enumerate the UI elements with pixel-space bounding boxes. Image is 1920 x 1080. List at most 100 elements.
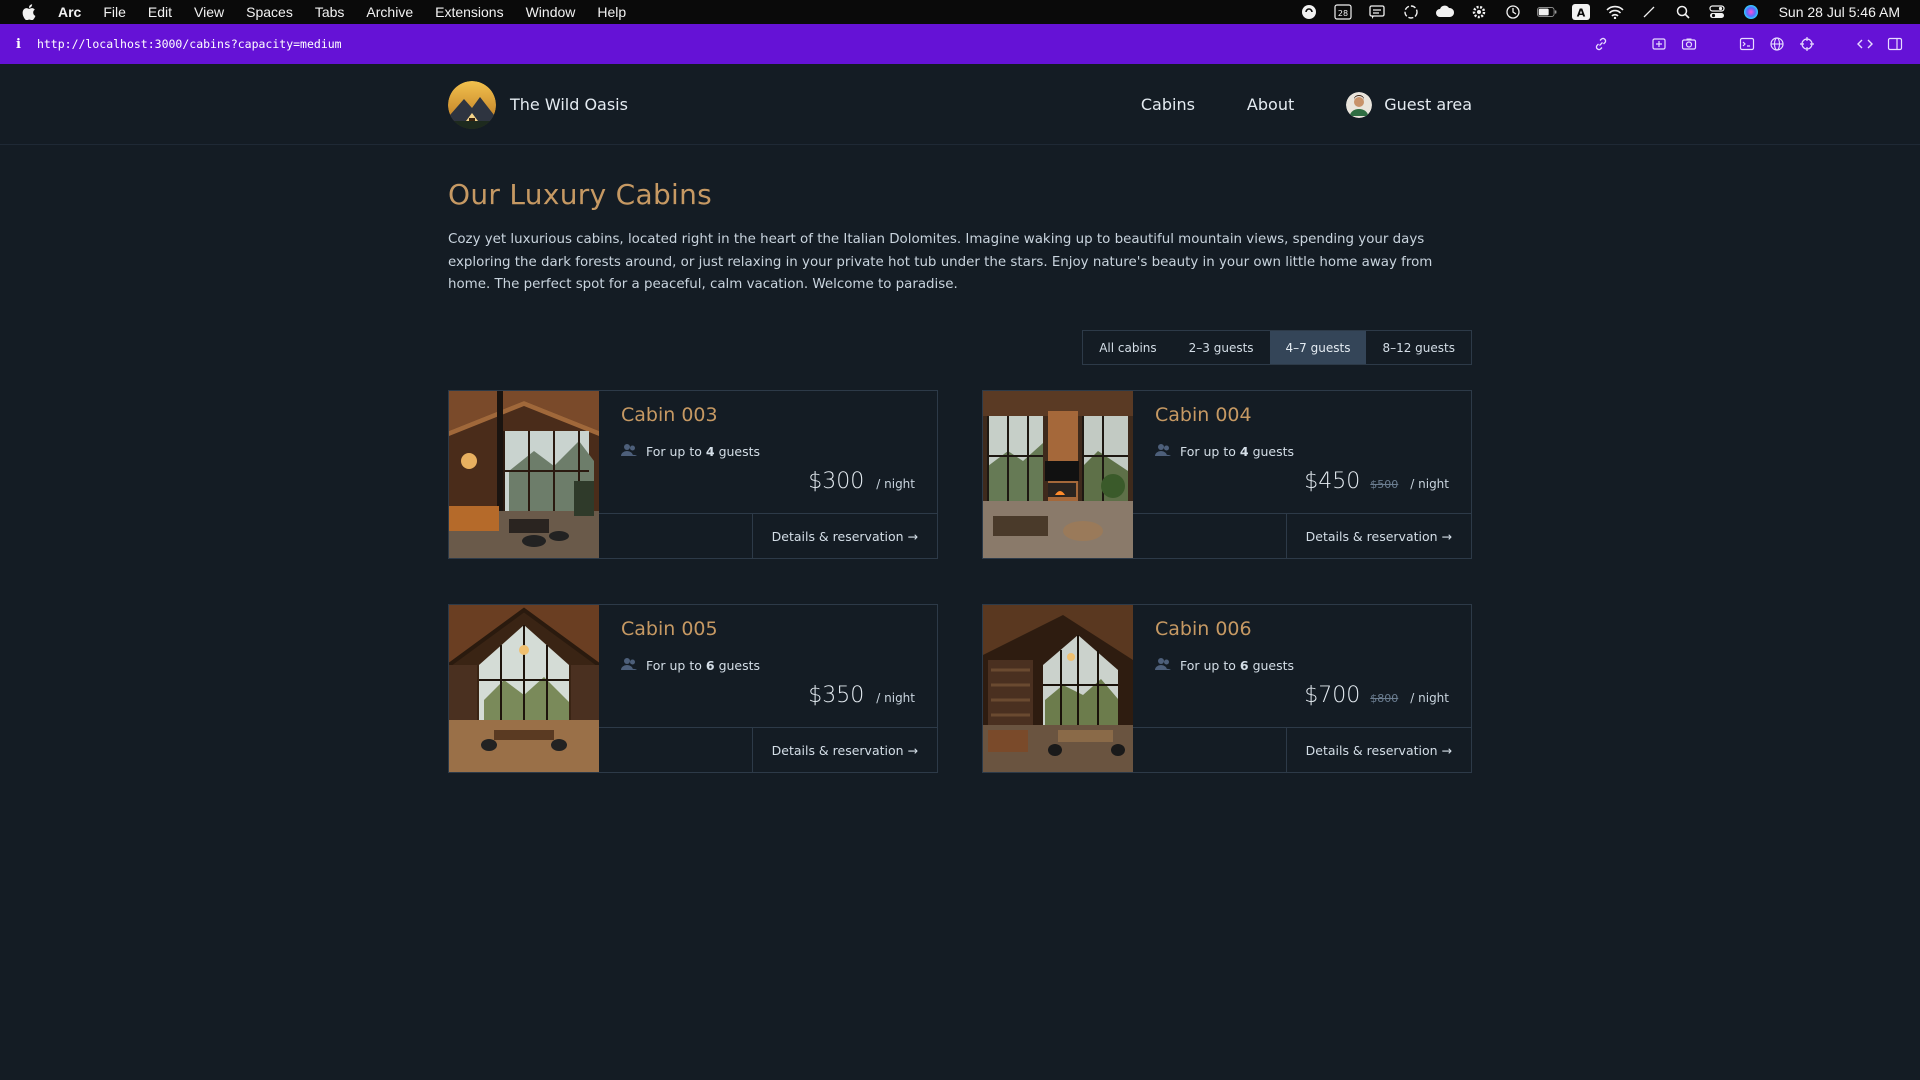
globe-icon[interactable]: [1768, 35, 1786, 53]
control-center-icon[interactable]: [1707, 4, 1727, 20]
cap-prefix: For up to: [646, 658, 702, 673]
card-footer: Details & reservation →: [1133, 513, 1471, 558]
calendar-day-text: 28: [1337, 9, 1347, 18]
menu-archive[interactable]: Archive: [366, 4, 413, 20]
menu-window[interactable]: Window: [526, 4, 576, 20]
cap-suffix: guests: [1252, 444, 1295, 459]
camera-icon[interactable]: [1680, 35, 1698, 53]
code-icon[interactable]: [1856, 35, 1874, 53]
price-row: $350 / night: [808, 683, 915, 708]
cap-number: 6: [1239, 658, 1249, 673]
per-night-label: / night: [876, 691, 915, 705]
copy-link-icon[interactable]: [1592, 35, 1610, 53]
menu-tabs[interactable]: Tabs: [315, 4, 345, 20]
cabin-name: Cabin 003: [621, 404, 718, 426]
menu-app-name[interactable]: Arc: [58, 4, 81, 20]
menu-edit[interactable]: Edit: [148, 4, 172, 20]
nav-cabins[interactable]: Cabins: [1141, 95, 1195, 114]
cabin-card: Cabin 005 For up to 6 guests $350 / nigh…: [447, 604, 938, 773]
wifi-icon[interactable]: [1605, 4, 1625, 20]
cloud-icon[interactable]: [1435, 4, 1455, 20]
terminal-icon[interactable]: [1738, 35, 1756, 53]
menu-file[interactable]: File: [103, 4, 126, 20]
menu-extensions[interactable]: Extensions: [435, 4, 503, 20]
target-icon[interactable]: [1798, 35, 1816, 53]
apple-icon[interactable]: [20, 3, 38, 21]
siri-icon[interactable]: [1741, 4, 1761, 20]
logo-link[interactable]: The Wild Oasis: [448, 80, 628, 129]
cap-prefix: For up to: [1180, 444, 1236, 459]
menu-bar: Arc File Edit View Spaces Tabs Archive E…: [0, 0, 1920, 24]
gear-icon[interactable]: [1469, 4, 1489, 20]
cap-number: 6: [705, 658, 715, 673]
price-row: $700 $800 / night: [1304, 683, 1449, 708]
details-reservation-link[interactable]: Details & reservation →: [1285, 514, 1471, 558]
nav-about[interactable]: About: [1247, 95, 1294, 114]
cabin-price: $300: [808, 469, 865, 494]
cap-suffix: guests: [1252, 658, 1295, 673]
battery-icon[interactable]: [1536, 4, 1557, 20]
cap-prefix: For up to: [646, 444, 702, 459]
cabin-capacity: For up to 4 guests: [1155, 443, 1294, 460]
filter-8-12-guests[interactable]: 8–12 guests: [1366, 331, 1471, 364]
filter-2-3-guests[interactable]: 2–3 guests: [1173, 331, 1270, 364]
per-night-label: / night: [1410, 477, 1449, 491]
cabin-card: Cabin 003 For up to 4 guests $300 / nigh…: [448, 390, 938, 559]
cabin-price: $700: [1304, 683, 1361, 708]
menu-spaces[interactable]: Spaces: [246, 4, 293, 20]
cabin-price: $350: [808, 683, 865, 708]
card-footer: Details & reservation →: [599, 727, 937, 772]
users-icon: [621, 657, 637, 674]
cabin-photo: [983, 605, 1133, 772]
cap-number: 4: [1239, 444, 1249, 459]
nav-guest-area[interactable]: Guest area: [1346, 91, 1472, 118]
filter-4-7-guests[interactable]: 4–7 guests: [1269, 331, 1367, 364]
site-info-icon[interactable]: i: [16, 37, 21, 52]
cabin-photo: [983, 391, 1133, 558]
cabin-card: Cabin 006 For up to 6 guests $700 $800 /…: [982, 604, 1472, 773]
cap-suffix: guests: [718, 658, 761, 673]
capacity-filter: All cabins 2–3 guests 4–7 guests 8–12 gu…: [1082, 330, 1472, 365]
card-footer: Details & reservation →: [599, 513, 937, 558]
cabin-price: $450: [1304, 469, 1361, 494]
details-reservation-link[interactable]: Details & reservation →: [1285, 728, 1471, 772]
avatar: [1346, 91, 1373, 118]
users-icon: [621, 443, 637, 460]
details-reservation-link[interactable]: Details & reservation →: [751, 514, 937, 558]
menu-help[interactable]: Help: [597, 4, 626, 20]
per-night-label: / night: [876, 477, 915, 491]
menubar-clock[interactable]: Sun 28 Jul 5:46 AM: [1779, 4, 1900, 20]
input-source-icon[interactable]: A: [1571, 4, 1591, 20]
menu-view[interactable]: View: [194, 4, 224, 20]
sidebar-toggle-icon[interactable]: [1886, 35, 1904, 53]
cabin-card-body: Cabin 006 For up to 6 guests $700 $800 /…: [1133, 605, 1471, 772]
logo-image: [448, 80, 496, 129]
cabin-name: Cabin 005: [621, 618, 718, 640]
price-row: $300 / night: [808, 469, 915, 494]
cabin-photo: [447, 605, 601, 772]
loop-icon[interactable]: [1299, 4, 1319, 20]
price-row: $450 $500 / night: [1304, 469, 1449, 494]
main-content: Our Luxury Cabins Cozy yet luxurious cab…: [448, 145, 1472, 365]
cabin-capacity: For up to 6 guests: [621, 657, 760, 674]
input-source-letter: A: [1576, 7, 1585, 20]
filter-all-cabins[interactable]: All cabins: [1083, 331, 1172, 364]
time-machine-icon[interactable]: [1503, 4, 1523, 20]
cabin-old-price: $500: [1370, 478, 1399, 491]
capture-icon[interactable]: [1650, 35, 1668, 53]
search-icon[interactable]: [1673, 4, 1693, 20]
cap-number: 4: [705, 444, 715, 459]
openai-icon[interactable]: [1401, 4, 1421, 20]
cabin-card-body: Cabin 003 For up to 4 guests $300 / nigh…: [599, 391, 937, 558]
details-reservation-link[interactable]: Details & reservation →: [751, 728, 937, 772]
site-header: The Wild Oasis Cabins About Guest area: [0, 64, 1920, 145]
calendar-icon[interactable]: 28: [1333, 4, 1353, 20]
url-text[interactable]: http://localhost:3000/cabins?capacity=me…: [37, 37, 342, 51]
url-bar: i http://localhost:3000/cabins?capacity=…: [0, 24, 1920, 64]
pen-icon[interactable]: [1639, 4, 1659, 20]
cabin-capacity: For up to 6 guests: [1155, 657, 1294, 674]
cabin-old-price: $800: [1370, 692, 1399, 705]
messages-icon[interactable]: [1367, 4, 1387, 20]
cabin-card-body: Cabin 005 For up to 6 guests $350 / nigh…: [599, 605, 937, 772]
intro-paragraph: Cozy yet luxurious cabins, located right…: [448, 232, 1433, 293]
